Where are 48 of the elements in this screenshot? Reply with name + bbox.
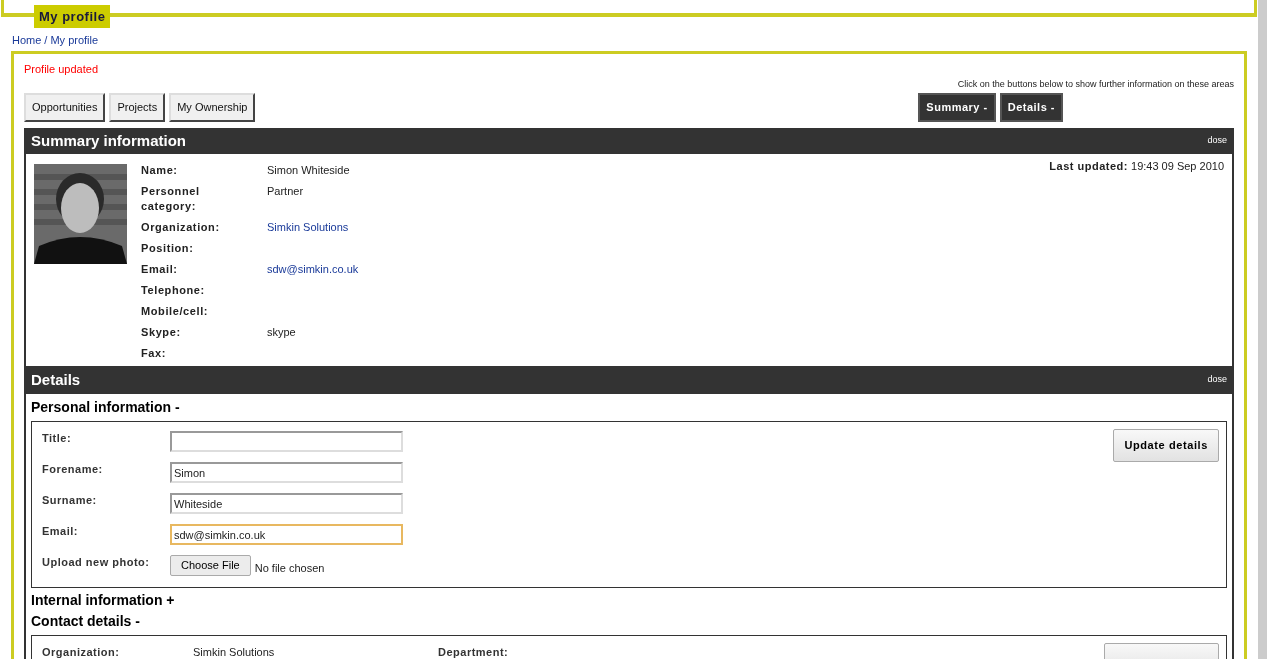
subsection-heading[interactable]: Internal information +: [31, 593, 1227, 608]
toggle-button[interactable]: Summary -: [918, 93, 996, 122]
field-label: Forename:: [42, 462, 104, 476]
subsection-heading[interactable]: Personal information -: [31, 399, 1227, 416]
hint-text: Click on the buttons below to show further information on these areas: [957, 78, 1234, 90]
text-input[interactable]: [170, 431, 403, 452]
breadcrumb-separator: /: [44, 33, 48, 47]
text-input[interactable]: Simon: [170, 462, 403, 483]
field-label: Position:: [141, 241, 195, 256]
field-value: Simkin Solutions: [193, 645, 275, 659]
breadcrumb-link[interactable]: My profile: [50, 33, 99, 47]
nav-button[interactable]: Opportunities: [24, 93, 106, 122]
field-label: Organization:: [42, 645, 121, 659]
field-label: Telephone:: [141, 283, 206, 298]
field-label: Personnel category:: [141, 184, 201, 214]
field-label: Email:: [141, 262, 179, 277]
field-label: Mobile/cell:: [141, 304, 210, 319]
toggle-button[interactable]: Details -: [999, 93, 1063, 122]
nav-button[interactable]: Projects: [109, 93, 166, 122]
breadcrumb-link[interactable]: Home: [12, 33, 42, 47]
field-link[interactable]: sdw@simkin.co.uk: [267, 262, 359, 277]
text-input[interactable]: sdw@simkin.co.uk: [170, 524, 403, 545]
section-title: Summary information: [31, 130, 187, 151]
field-label: Name:: [141, 163, 179, 178]
status-message: Profile updated: [24, 62, 99, 76]
field-label: Upload new photo:: [42, 555, 151, 569]
field-label: Department:: [438, 645, 510, 659]
update-details-button[interactable]: Update details: [1113, 429, 1219, 462]
field-label: Email:: [42, 524, 79, 538]
nav-button[interactable]: My Ownership: [169, 93, 256, 122]
field-value: Simon Whiteside: [267, 163, 350, 178]
section-title: Details: [31, 369, 81, 390]
field-link[interactable]: Simkin Solutions: [267, 220, 349, 235]
close-link[interactable]: dose: [1207, 134, 1227, 148]
scrollbar[interactable]: [1258, 0, 1267, 659]
field-label: Organization:: [141, 220, 221, 235]
file-status: No file chosen: [254, 561, 325, 576]
field-value: Partner: [267, 184, 304, 199]
field-label: Fax:: [141, 346, 168, 361]
field-label: Title:: [42, 431, 73, 445]
text-input[interactable]: Whiteside: [170, 493, 403, 514]
field-label: Surname:: [42, 493, 98, 507]
choose-file-button[interactable]: Choose File: [170, 555, 251, 576]
field-value: skype: [267, 325, 296, 340]
subsection-heading[interactable]: Contact details -: [31, 613, 1227, 630]
close-link[interactable]: dose: [1207, 373, 1227, 387]
field-label: Skype:: [141, 325, 182, 340]
last-updated-text: Last updated: 19:43 09 Sep 2010: [1049, 160, 1224, 173]
